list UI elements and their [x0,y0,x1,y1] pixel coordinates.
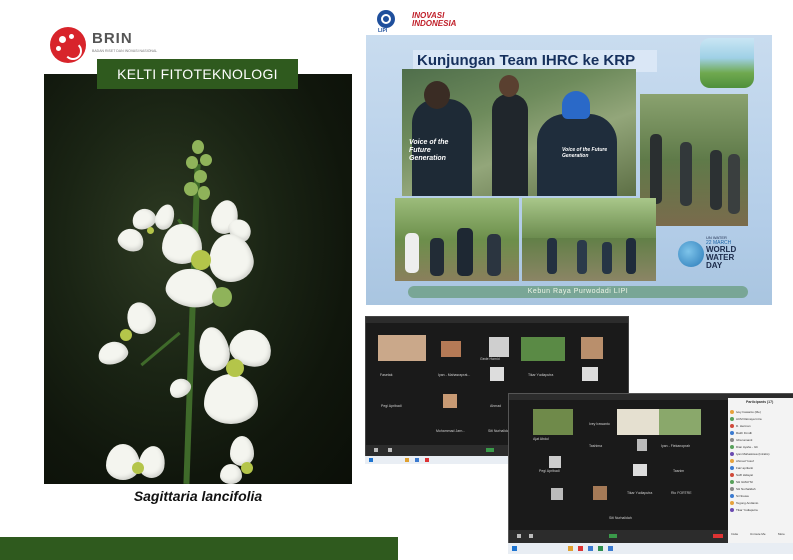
shirt-text-left: Voice of the Future Generation [409,139,449,162]
participant-entry[interactable]: ACM Ratnaya Intra [736,417,762,421]
zoom2-name: Rio FORTRE [671,491,692,495]
windows-start-icon[interactable] [369,458,373,462]
poster-footer: Kebun Raya Purwodadi LIPI [408,286,748,298]
app-icon[interactable] [588,546,593,551]
zoom1-name: Iyan - Mahasraprat... [438,373,471,377]
app-icon[interactable] [415,458,419,462]
brin-wordmark: BRIN [92,30,133,47]
bottom-bar [0,537,398,560]
participant-entry[interactable]: Siti Nurhalidah [736,487,756,491]
kelti-banner: KELTI FITOTEKNOLOGI [97,59,298,89]
participant-entry[interactable]: Ratih Fimdli [736,431,752,435]
participants-panel-title: Participants (17) [746,400,774,404]
zoom2-name: Tashima [589,444,603,448]
video-icon[interactable] [529,534,533,538]
zoom2-name: Tasnim [673,469,685,473]
lipi-logo-icon [377,10,395,28]
zoom2-name: Siti Nurhalidah [609,516,632,520]
zoom2-name: Tikar Yudiaputra [627,491,653,495]
invite-button[interactable]: Invite [731,532,738,536]
lipi-label: LIPI [378,28,388,34]
share-screen-icon[interactable] [609,534,617,538]
zoom1-name: Tikar Yudiaputra [528,373,554,377]
app-icon[interactable] [425,458,429,462]
poster-photo-forest [640,94,748,226]
participant-entry[interactable]: Icha tamanti [736,438,752,442]
flower-photo [44,74,352,484]
poster-landscape-graphic [700,38,754,88]
zoom1-tile [378,335,426,361]
participant-entry[interactable]: Tikar Yudiaputra [736,508,758,512]
share-screen-icon[interactable] [486,448,494,452]
participant-entry[interactable]: Iyan Mahasiswa (Intrabs) [736,452,770,456]
zoom2-name: Iyan - Fiekanoprah [661,444,691,448]
zoom2-name: Ajat Abdul [533,437,549,441]
zoom1-name: Pegi Apribadi [381,404,402,408]
participant-entry[interactable]: Dian Ayahe - Gh [736,445,758,449]
windows-start-icon[interactable] [512,546,517,551]
brin-logo-icon [50,27,86,63]
zoom1-name: Ahmad [490,404,502,408]
zoom1-name: Gede Hamid [480,357,500,361]
more-button[interactable]: More [778,532,785,536]
participant-entry[interactable]: Si Nisusa [736,494,749,498]
lipi-header: LIPI INOVASI INDONESIA [370,8,460,34]
zoom1-name: Mohammad Jarn... [436,429,466,433]
folder-icon[interactable] [405,458,409,462]
zoom2-name: Pegi Apribadi [539,469,560,473]
mic-icon[interactable] [374,448,378,452]
participant-entry[interactable]: Siti ILMAYNI [736,480,753,484]
participant-entry[interactable]: Soffi Hidayat [736,473,753,477]
leave-button[interactable] [713,534,723,538]
folder-icon[interactable] [568,546,573,551]
participant-entry[interactable]: D. Herman [736,424,751,428]
species-caption: Sagittaria lancifolia [133,488,263,504]
zoom2-name: Ivey Irawanto [589,422,610,426]
unmute-me-button[interactable]: Unmute Me [750,532,766,536]
video-icon[interactable] [388,448,392,452]
poster-photo-walk [395,198,519,281]
app-icon[interactable] [578,546,583,551]
world-water-day-logo: UN WATER 22 MARCH WORLD WATER DAY [676,233,748,273]
app-icon[interactable] [598,546,603,551]
participants-panel: Participants (17) Ivey Irawanto (Me) ACM… [728,398,793,543]
brin-subtitle: BADAN RISET DAN INOVASI NASIONAL [92,49,158,53]
poster-photo-group: Voice of the Future Generation Voice of … [402,69,636,196]
participant-entry[interactable]: Tegong Andianto [736,501,758,505]
participant-entry[interactable]: Ivey Irawanto (Me) [736,410,761,414]
zoom1-name: Fasetak [380,373,393,377]
participant-entry[interactable]: Faiz aprilanti [736,466,753,470]
inovasi-logo: INOVASI INDONESIA [412,11,457,28]
participant-entry[interactable]: Ahmad Yusuf [736,459,754,463]
windows-taskbar-2 [508,543,793,554]
wwd-line3: DAY [706,261,723,270]
globe-icon [678,241,704,267]
shirt-text-right: Voice of the Future Generation [562,147,608,159]
zoom-icon[interactable] [608,546,613,551]
mic-icon[interactable] [517,534,521,538]
poster-photo-path [522,198,656,281]
